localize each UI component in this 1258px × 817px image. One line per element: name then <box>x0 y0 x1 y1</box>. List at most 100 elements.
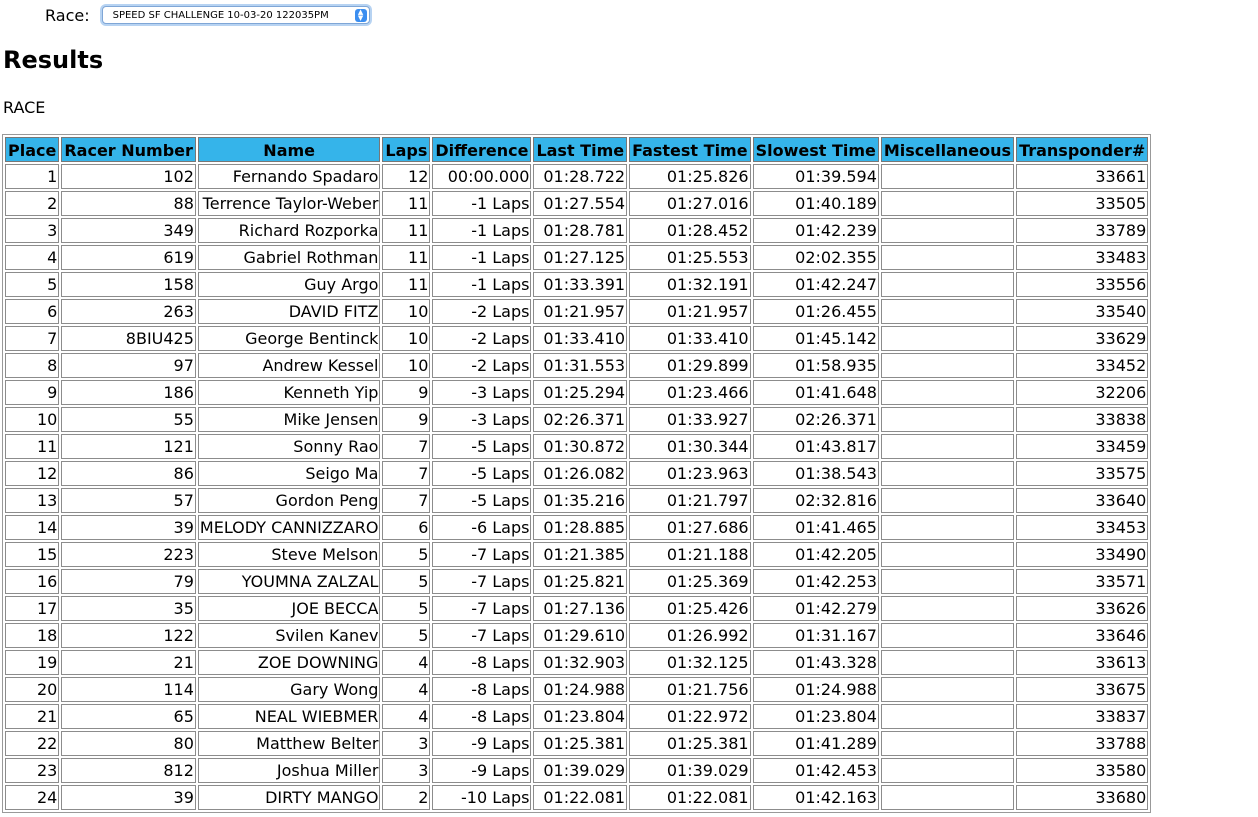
cell-laps: 7 <box>382 461 431 486</box>
cell-place: 13 <box>5 488 60 513</box>
column-header-laps: Laps <box>382 137 431 162</box>
cell-difference: -8 Laps <box>432 704 532 729</box>
table-row: 22 80 Matthew Belter 3 -9 Laps 01:25.381 01:25… <box>5 731 1149 756</box>
cell-name: Svilen Kanev <box>197 623 381 648</box>
results-table-container: Place Racer Number Name Laps Difference Last … <box>2 134 1152 813</box>
cell-miscellaneous <box>880 164 1015 189</box>
cell-racer-number: 349 <box>61 218 196 243</box>
cell-miscellaneous <box>880 407 1015 432</box>
cell-racer-number: 812 <box>61 758 196 783</box>
cell-slowest-time: 01:26.455 <box>752 299 879 324</box>
table-row: 17 35 JOE BECCA 5 -7 Laps 01:27.136 01:25.426 0… <box>5 596 1149 621</box>
cell-last-time: 01:27.554 <box>533 191 628 216</box>
cell-laps: 4 <box>382 677 431 702</box>
column-header-miscellaneous: Miscellaneous <box>880 137 1015 162</box>
cell-transponder: 33453 <box>1016 515 1149 540</box>
cell-miscellaneous <box>880 434 1015 459</box>
cell-laps: 3 <box>382 731 431 756</box>
cell-fastest-time: 01:25.381 <box>629 731 751 756</box>
cell-place: 21 <box>5 704 60 729</box>
cell-slowest-time: 01:41.648 <box>752 380 879 405</box>
cell-fastest-time: 01:22.972 <box>629 704 751 729</box>
table-row: 24 39 DIRTY MANGO 2 -10 Laps 01:22.081 01:22.0… <box>5 785 1149 810</box>
table-row: 23 812 Joshua Miller 3 -9 Laps 01:39.029 01:39… <box>5 758 1149 783</box>
table-row: 15 223 Steve Melson 5 -7 Laps 01:21.385 01:21.… <box>5 542 1149 567</box>
cell-miscellaneous <box>880 299 1015 324</box>
cell-miscellaneous <box>880 218 1015 243</box>
cell-fastest-time: 01:21.756 <box>629 677 751 702</box>
table-row: 2 88 Terrence Taylor-Weber 11 -1 Laps 01:27.5… <box>5 191 1149 216</box>
cell-slowest-time: 01:42.239 <box>752 218 879 243</box>
cell-miscellaneous <box>880 326 1015 351</box>
cell-last-time: 01:27.136 <box>533 596 628 621</box>
column-header-transponder: Transponder# <box>1016 137 1149 162</box>
cell-slowest-time: 01:31.167 <box>752 623 879 648</box>
cell-fastest-time: 01:28.452 <box>629 218 751 243</box>
table-row: 10 55 Mike Jensen 9 -3 Laps 02:26.371 01:33.92… <box>5 407 1149 432</box>
cell-fastest-time: 01:29.899 <box>629 353 751 378</box>
cell-laps: 5 <box>382 623 431 648</box>
cell-difference: -3 Laps <box>432 380 532 405</box>
cell-name: JOE BECCA <box>197 596 381 621</box>
cell-laps: 3 <box>382 758 431 783</box>
cell-difference: -9 Laps <box>432 731 532 756</box>
cell-miscellaneous <box>880 461 1015 486</box>
cell-transponder: 33675 <box>1016 677 1149 702</box>
cell-place: 11 <box>5 434 60 459</box>
cell-last-time: 01:23.804 <box>533 704 628 729</box>
cell-place: 5 <box>5 272 60 297</box>
cell-racer-number: 263 <box>61 299 196 324</box>
cell-last-time: 01:21.385 <box>533 542 628 567</box>
cell-slowest-time: 01:43.817 <box>752 434 879 459</box>
cell-last-time: 01:25.821 <box>533 569 628 594</box>
cell-transponder: 33540 <box>1016 299 1149 324</box>
cell-place: 23 <box>5 758 60 783</box>
cell-name: Matthew Belter <box>197 731 381 756</box>
table-row: 16 79 YOUMNA ZALZAL 5 -7 Laps 01:25.821 01:25.… <box>5 569 1149 594</box>
cell-slowest-time: 02:02.355 <box>752 245 879 270</box>
cell-last-time: 01:28.781 <box>533 218 628 243</box>
cell-last-time: 01:33.410 <box>533 326 628 351</box>
cell-fastest-time: 01:33.927 <box>629 407 751 432</box>
cell-racer-number: 186 <box>61 380 196 405</box>
cell-transponder: 33629 <box>1016 326 1149 351</box>
cell-name: Andrew Kessel <box>197 353 381 378</box>
cell-transponder: 33505 <box>1016 191 1149 216</box>
cell-name: Seigo Ma <box>197 461 381 486</box>
cell-fastest-time: 01:22.081 <box>629 785 751 810</box>
cell-place: 19 <box>5 650 60 675</box>
cell-miscellaneous <box>880 353 1015 378</box>
cell-miscellaneous <box>880 758 1015 783</box>
cell-place: 9 <box>5 380 60 405</box>
cell-last-time: 01:28.885 <box>533 515 628 540</box>
cell-miscellaneous <box>880 272 1015 297</box>
cell-slowest-time: 01:38.543 <box>752 461 879 486</box>
cell-laps: 11 <box>382 245 431 270</box>
cell-name: MELODY CANNIZZARO <box>197 515 381 540</box>
cell-slowest-time: 01:45.142 <box>752 326 879 351</box>
cell-slowest-time: 01:43.328 <box>752 650 879 675</box>
cell-fastest-time: 01:23.466 <box>629 380 751 405</box>
cell-racer-number: 35 <box>61 596 196 621</box>
column-header-name: Name <box>197 137 381 162</box>
cell-racer-number: 223 <box>61 542 196 567</box>
cell-transponder: 33571 <box>1016 569 1149 594</box>
cell-slowest-time: 01:39.594 <box>752 164 879 189</box>
cell-difference: -2 Laps <box>432 326 532 351</box>
cell-miscellaneous <box>880 785 1015 810</box>
cell-difference: -7 Laps <box>432 542 532 567</box>
race-select[interactable]: SPEED SF CHALLENGE 10-03-20 122035PM ▲ ▼ <box>101 6 370 24</box>
cell-slowest-time: 01:58.935 <box>752 353 879 378</box>
cell-transponder: 33680 <box>1016 785 1149 810</box>
cell-last-time: 01:31.553 <box>533 353 628 378</box>
cell-slowest-time: 01:42.253 <box>752 569 879 594</box>
cell-racer-number: 80 <box>61 731 196 756</box>
cell-transponder: 33838 <box>1016 407 1149 432</box>
cell-laps: 2 <box>382 785 431 810</box>
cell-name: Kenneth Yip <box>197 380 381 405</box>
cell-racer-number: 122 <box>61 623 196 648</box>
cell-place: 24 <box>5 785 60 810</box>
cell-slowest-time: 01:42.163 <box>752 785 879 810</box>
cell-place: 3 <box>5 218 60 243</box>
cell-last-time: 01:35.216 <box>533 488 628 513</box>
